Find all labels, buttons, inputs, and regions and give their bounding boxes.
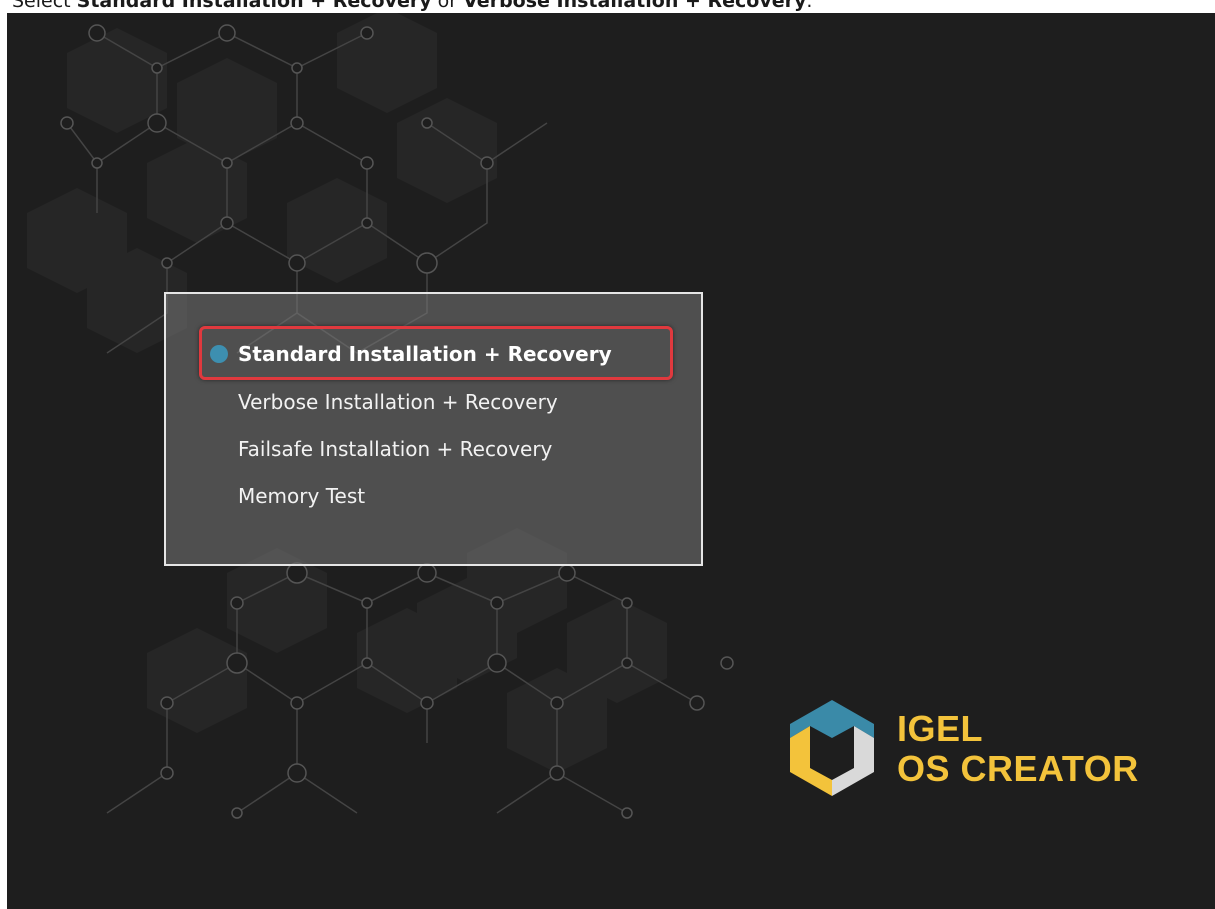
instruction-caption: Select Standard Installation + Recovery … bbox=[12, 0, 812, 11]
caption-option-standard: Standard Installation + Recovery bbox=[76, 0, 432, 12]
selected-bullet-icon bbox=[210, 345, 228, 363]
menu-item-memory-test[interactable]: Memory Test bbox=[238, 484, 365, 508]
boot-screen: Standard Installation + Recovery Verbose… bbox=[7, 13, 1215, 909]
logo-text-igel: IGEL bbox=[897, 708, 984, 749]
caption-suffix: . bbox=[806, 0, 813, 12]
menu-item-verbose-installation[interactable]: Verbose Installation + Recovery bbox=[238, 390, 558, 414]
menu-item-failsafe-installation[interactable]: Failsafe Installation + Recovery bbox=[238, 437, 552, 461]
boot-menu: Standard Installation + Recovery Verbose… bbox=[164, 292, 703, 566]
logo-text-os-creator: OS CREATOR bbox=[897, 748, 1139, 789]
caption-prefix: Select bbox=[12, 0, 77, 12]
caption-middle: or bbox=[431, 0, 464, 12]
menu-item-standard-installation[interactable]: Standard Installation + Recovery bbox=[238, 342, 612, 366]
caption-option-verbose: Verbose Installation + Recovery bbox=[463, 0, 807, 12]
igel-logo-icon bbox=[790, 700, 874, 796]
